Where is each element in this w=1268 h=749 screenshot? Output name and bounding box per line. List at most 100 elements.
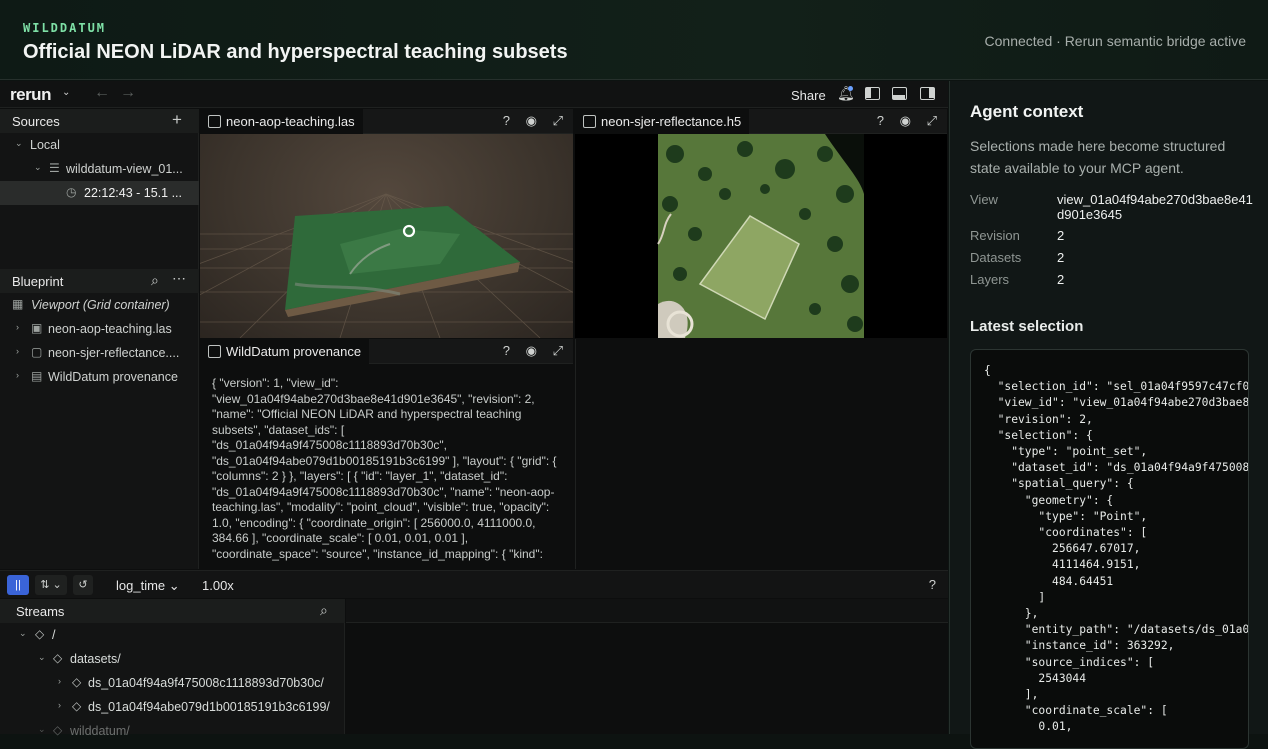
back-arrow-icon[interactable]: ←	[94, 84, 110, 102]
2d-view-icon	[583, 115, 596, 128]
point-cloud-render	[200, 193, 573, 338]
search-icon[interactable]: ⌕	[151, 272, 159, 289]
tree-item-local[interactable]: ⌄ Local	[0, 133, 199, 157]
stream-row-root[interactable]: ⌄ ◇ /	[0, 623, 345, 647]
2d-view-icon: ▢	[31, 345, 43, 359]
agent-context-panel: Agent context Selections made here becom…	[949, 81, 1268, 749]
maximize-icon[interactable]: ⤢	[927, 113, 937, 128]
help-icon[interactable]: ?	[503, 113, 510, 128]
share-button[interactable]: Share	[791, 88, 826, 103]
3d-view-icon	[208, 115, 221, 128]
entity-icon: ◇	[35, 627, 45, 641]
revision-value: 2	[1057, 228, 1065, 243]
tree-item-recording[interactable]: ⌄ ☰ wilddatum-view_01...	[0, 157, 199, 181]
help-icon[interactable]: ?	[503, 343, 510, 358]
3d-view-icon: ▣	[31, 321, 43, 335]
sources-title: Sources	[12, 114, 60, 129]
reflectance-image	[657, 134, 864, 338]
entity-icon: ◇	[72, 699, 82, 713]
tab-neon-aop-teaching[interactable]: neon-aop-teaching.las	[200, 109, 363, 134]
tree-label: neon-sjer-reflectance....	[48, 346, 180, 360]
reset-icon[interactable]: ↺	[73, 575, 93, 595]
chevron-down-icon[interactable]: ⌄	[34, 162, 42, 173]
selection-json: { "selection_id": "sel_01a04f9597c47cf0b…	[984, 364, 1249, 734]
provenance-text: { "version": 1, "view_id": "view_01a04f9…	[212, 376, 557, 561]
tab-actions: ? ◉ ⤢	[491, 343, 563, 359]
sources-header: Sources +	[0, 109, 199, 133]
entity-icon: ◇	[72, 675, 82, 689]
add-source-icon[interactable]: +	[172, 110, 182, 130]
time-controls: || ⇅ ⌄ ↺ log_time ⌄ 1.00x ?	[0, 570, 948, 598]
chevron-right-icon[interactable]: ›	[58, 700, 61, 710]
point-cloud-3d-view[interactable]	[200, 134, 573, 338]
tree-label: WildDatum provenance	[48, 370, 178, 384]
tree-label: 22:12:43 - 15.1 ...	[84, 186, 182, 200]
tree-item-viewport[interactable]: ▦ Viewport (Grid container)	[0, 293, 199, 317]
toggle-bottom-panel-icon[interactable]	[892, 87, 907, 100]
clock-icon: ◷	[66, 185, 77, 199]
tab-label: neon-aop-teaching.las	[226, 114, 355, 129]
tree-label: Viewport (Grid container)	[31, 298, 170, 312]
chevron-down-icon[interactable]: ⌄	[62, 87, 70, 98]
tree-item-time-entry[interactable]: ◷ 22:12:43 - 15.1 ...	[0, 181, 199, 205]
maximize-icon[interactable]: ⤢	[553, 113, 563, 128]
eye-icon[interactable]: ◉	[526, 113, 537, 128]
chevron-right-icon[interactable]: ›	[16, 370, 19, 380]
chevron-down-icon[interactable]: ⌄	[15, 138, 23, 149]
revision-key: Revision	[970, 228, 1020, 243]
tree-label: wilddatum-view_01...	[66, 162, 183, 176]
view-tab-bar-provenance: WildDatum provenance ? ◉ ⤢	[200, 339, 573, 364]
stream-row-wilddatum[interactable]: ⌄ ◇ wilddatum/	[0, 719, 345, 743]
stream-row-datasets[interactable]: ⌄ ◇ datasets/	[0, 647, 345, 671]
tree-item-view-provenance[interactable]: › ▤ WildDatum provenance	[0, 365, 199, 389]
chevron-down-icon[interactable]: ⌄	[38, 652, 46, 663]
timeline-selector[interactable]: log_time ⌄	[116, 578, 180, 594]
provenance-text-view[interactable]: { "version": 1, "view_id": "view_01a04f9…	[200, 364, 573, 569]
database-icon: ☰	[49, 161, 60, 175]
view-tab-bar-h5: neon-sjer-reflectance.h5 ? ◉ ⤢	[575, 109, 947, 134]
timeline-ruler[interactable]	[346, 599, 948, 623]
entity-icon: ◇	[53, 651, 63, 665]
chevron-down-icon[interactable]: ⌄	[19, 628, 27, 639]
agent-context-description: Selections made here become structured s…	[970, 138, 1226, 176]
forward-arrow-icon[interactable]: →	[120, 84, 136, 102]
tree-item-view-h5[interactable]: › ▢ neon-sjer-reflectance....	[0, 341, 199, 365]
toggle-left-panel-icon[interactable]	[865, 87, 880, 100]
tab-label: WildDatum provenance	[226, 344, 362, 359]
tab-neon-sjer-reflectance[interactable]: neon-sjer-reflectance.h5	[575, 109, 750, 134]
view-tab-bar-las: neon-aop-teaching.las ? ◉ ⤢	[200, 109, 573, 134]
help-icon[interactable]: ?	[877, 113, 884, 128]
more-options-icon[interactable]: ⋯	[172, 270, 186, 287]
search-icon[interactable]: ⌕	[320, 602, 328, 619]
layers-value: 2	[1057, 272, 1065, 287]
chevron-right-icon[interactable]: ›	[16, 346, 19, 356]
chevron-right-icon[interactable]: ›	[16, 322, 19, 332]
text-document-icon	[208, 345, 221, 358]
view-value: view_01a04f94abe270d3bae8e41d901e3645	[1057, 192, 1253, 222]
chevron-down-icon[interactable]: ⌄	[38, 724, 46, 735]
loop-mode-button[interactable]: ⇅ ⌄	[35, 575, 67, 595]
hyperspectral-image-view[interactable]	[575, 134, 947, 338]
tab-actions: ? ◉ ⤢	[491, 113, 563, 129]
tab-wilddatum-provenance[interactable]: WildDatum provenance	[200, 339, 370, 364]
eye-icon[interactable]: ◉	[526, 343, 537, 358]
viewer-top-bar: rerun ⌄ ← → Share 🔔︎	[0, 81, 948, 108]
tree-label: Local	[30, 138, 60, 152]
tree-item-view-las[interactable]: › ▣ neon-aop-teaching.las	[0, 317, 199, 341]
timeline-area[interactable]	[346, 599, 948, 734]
maximize-icon[interactable]: ⤢	[553, 343, 563, 358]
stream-row-dataset-1[interactable]: › ◇ ds_01a04f94a9f475008c1118893d70b30c/	[0, 671, 345, 695]
stream-row-dataset-2[interactable]: › ◇ ds_01a04f94abe079d1b00185191b3c6199/	[0, 695, 345, 719]
toggle-right-panel-icon[interactable]	[920, 87, 935, 100]
eye-icon[interactable]: ◉	[900, 113, 911, 128]
chevron-right-icon[interactable]: ›	[58, 676, 61, 686]
selection-json-box[interactable]: { "selection_id": "sel_01a04f9597c47cf0b…	[970, 349, 1249, 749]
connection-status: Connected · Rerun semantic bridge active	[984, 33, 1246, 49]
agent-context-title: Agent context	[970, 102, 1084, 121]
text-document-icon: ▤	[31, 369, 43, 383]
rerun-logo[interactable]: rerun	[10, 85, 51, 105]
help-icon[interactable]: ?	[929, 577, 936, 592]
pause-button[interactable]: ||	[7, 575, 29, 595]
playback-speed[interactable]: 1.00x	[202, 578, 234, 593]
streams-header: Streams ⌕	[0, 599, 345, 623]
